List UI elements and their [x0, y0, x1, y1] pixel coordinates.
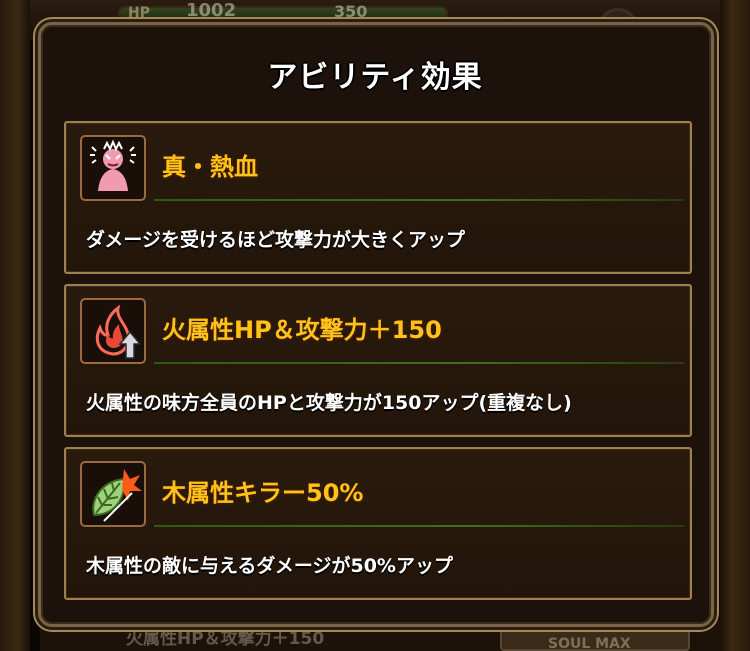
ability-divider	[154, 362, 684, 364]
ability-card: 木属性キラー50% 木属性の敵に与えるダメージが50%アップ	[64, 447, 692, 600]
fire-up-arrow-icon	[80, 298, 146, 364]
background-hp-bar	[118, 6, 448, 20]
background-hp-value: 1002	[186, 0, 237, 21]
ability-divider	[154, 199, 684, 201]
ability-description: 木属性の敵に与えるダメージが50%アップ	[86, 555, 453, 577]
ability-card: 火属性HP＆攻撃力＋150 火属性の味方全員のHPと攻撃力が150アップ(重複な…	[64, 284, 692, 437]
ability-name: 木属性キラー50%	[162, 479, 364, 507]
ability-divider	[154, 525, 684, 527]
leaf-slash-icon	[80, 461, 146, 527]
dialog-title: アビリティ効果	[267, 60, 483, 95]
rage-spirit-icon	[80, 135, 146, 201]
background-soul-label: SOUL MAX	[548, 636, 631, 651]
ability-card: 真・熱血 ダメージを受けるほど攻撃力が大きくアップ	[64, 121, 692, 274]
background-frame-left	[0, 0, 30, 651]
ability-description: 火属性の味方全員のHPと攻撃力が150アップ(重複なし)	[86, 392, 572, 414]
background-hp-label: HP	[128, 5, 150, 21]
background-frame-right	[720, 0, 750, 651]
ability-name: 真・熱血	[162, 153, 258, 181]
ability-description: ダメージを受けるほど攻撃力が大きくアップ	[86, 229, 466, 251]
ability-name: 火属性HP＆攻撃力＋150	[162, 316, 442, 344]
background-ability-text: 火属性HP＆攻撃力＋150	[126, 629, 325, 649]
background-attack-value: 350	[334, 2, 368, 21]
